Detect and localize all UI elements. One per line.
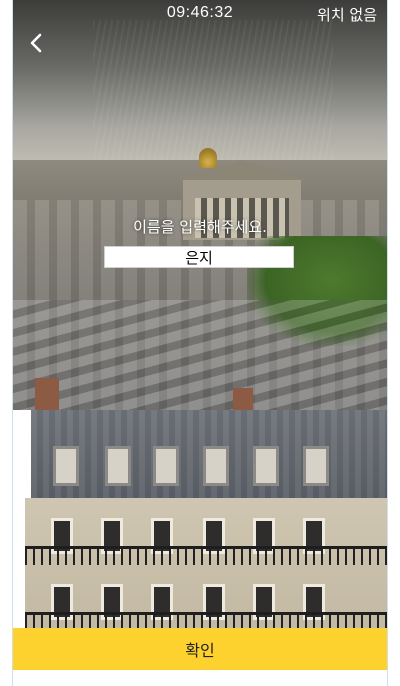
roof-texture bbox=[13, 300, 387, 410]
name-prompt-label: 이름을 입력해주세요. bbox=[133, 218, 267, 236]
dormer-window bbox=[153, 446, 179, 486]
back-button[interactable] bbox=[19, 26, 53, 60]
rain-streaks bbox=[93, 20, 333, 160]
bottom-spacer bbox=[13, 670, 387, 686]
app-screen: 09:46:32 위치 없음 이름을 입력해주세요. 확인 bbox=[12, 0, 388, 686]
chevron-left-icon bbox=[30, 33, 42, 53]
dormer-window bbox=[203, 446, 229, 486]
dormer-window bbox=[53, 446, 79, 486]
name-input[interactable] bbox=[104, 246, 294, 268]
status-bar: 09:46:32 위치 없음 bbox=[13, 0, 387, 26]
background-city-photo bbox=[13, 0, 387, 686]
confirm-button[interactable]: 확인 bbox=[13, 628, 387, 670]
dormer-window bbox=[253, 446, 279, 486]
dormer-window bbox=[303, 446, 329, 486]
dormer-window bbox=[105, 446, 131, 486]
balcony-railing bbox=[25, 546, 387, 565]
status-location: 위치 없음 bbox=[317, 6, 377, 24]
